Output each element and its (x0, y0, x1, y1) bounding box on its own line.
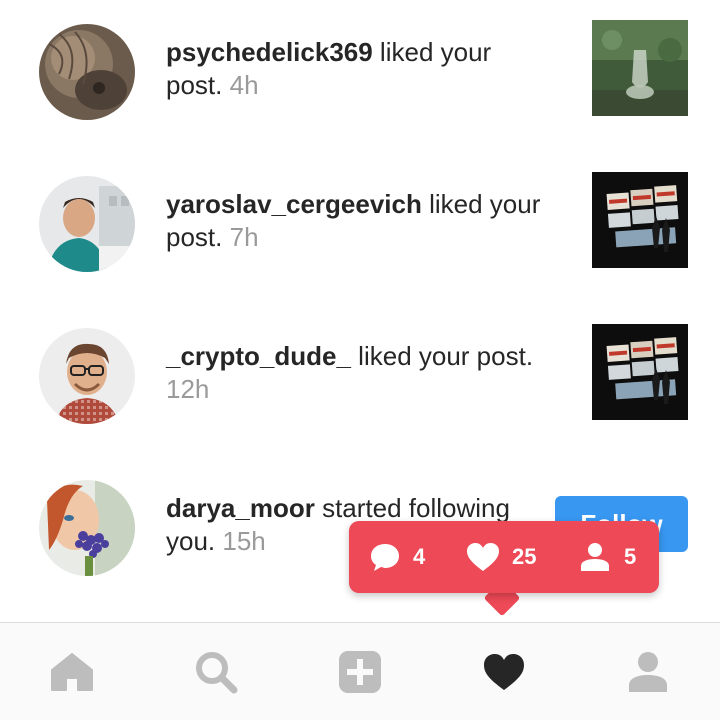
tab-search[interactable] (144, 623, 288, 721)
username-link[interactable]: darya_moor (166, 493, 315, 523)
avatar[interactable] (39, 328, 135, 424)
tab-add-post[interactable] (288, 623, 432, 721)
list-item[interactable]: _crypto_dude_ liked your post. 12h (0, 304, 720, 456)
add-post-icon (339, 651, 381, 693)
person-icon (581, 543, 609, 571)
profile-icon (629, 652, 667, 692)
notification-text: psychedelick369 liked your post. 4h (166, 36, 546, 102)
comments-count: 4 (413, 544, 426, 569)
tab-profile[interactable] (576, 623, 720, 721)
username-link[interactable]: _crypto_dude_ (166, 341, 351, 371)
bottom-tab-bar (0, 622, 720, 720)
avatar[interactable] (39, 480, 135, 576)
post-thumbnail[interactable] (592, 172, 688, 268)
avatar[interactable] (39, 176, 135, 272)
notification-action: liked your post. (350, 341, 534, 371)
followers-count: 5 (624, 544, 637, 569)
activity-heart-icon (484, 654, 524, 690)
comments-stat: 4 (369, 521, 425, 593)
home-icon (51, 653, 93, 691)
username-link[interactable]: yaroslav_cergeevich (166, 189, 422, 219)
username-link[interactable]: psychedelick369 (166, 37, 373, 67)
tab-activity[interactable] (432, 623, 576, 721)
timestamp: 7h (229, 222, 259, 252)
timestamp: 15h (222, 526, 266, 556)
search-icon (196, 652, 238, 694)
post-thumbnail[interactable] (592, 324, 688, 420)
post-thumbnail[interactable] (592, 20, 688, 116)
notification-text: yaroslav_cergeevich liked your post. 7h (166, 188, 546, 254)
list-item[interactable]: psychedelick369 liked your post. 4h (0, 0, 720, 152)
heart-icon (467, 543, 499, 571)
activity-popup[interactable]: 4 25 5 (349, 521, 659, 593)
timestamp: 12h (166, 374, 210, 404)
followers-stat: 5 (580, 521, 636, 593)
notification-text: _crypto_dude_ liked your post. 12h (166, 340, 546, 406)
likes-stat: 25 (466, 521, 536, 593)
tab-home[interactable] (0, 623, 144, 721)
timestamp: 4h (229, 70, 259, 100)
likes-count: 25 (512, 544, 537, 569)
list-item[interactable]: yaroslav_cergeevich liked your post. 7h (0, 152, 720, 304)
comment-icon (371, 544, 399, 571)
avatar[interactable] (39, 24, 135, 120)
